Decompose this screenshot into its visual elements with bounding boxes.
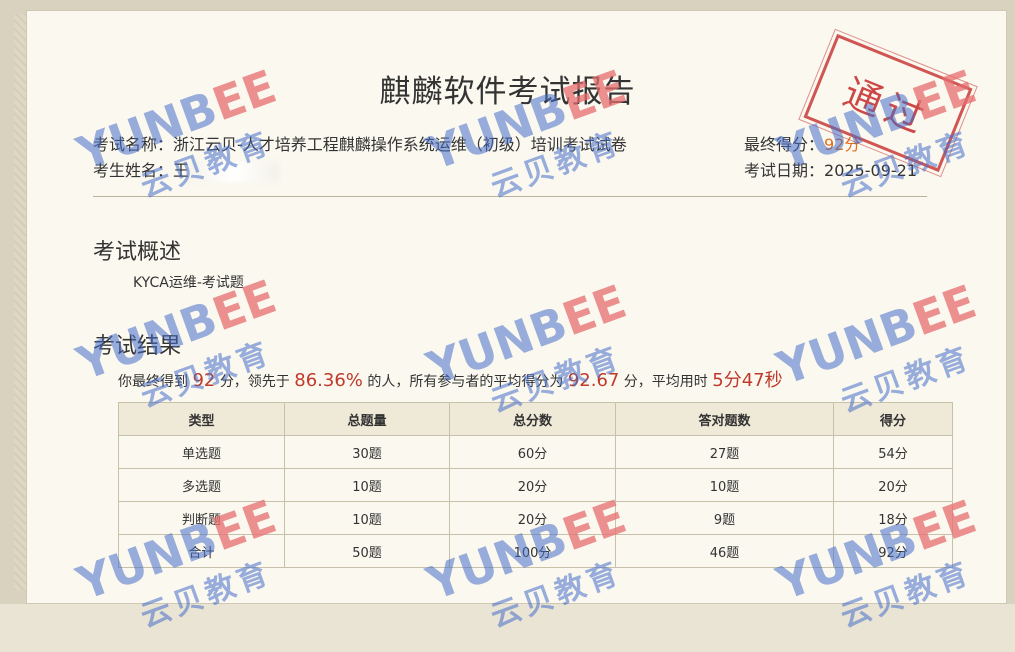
examinee-row: 考生姓名：王 xyxy=(93,157,280,182)
redacted-name-mask xyxy=(189,161,280,182)
table-cell: 判断题 xyxy=(118,501,285,535)
table-cell: 9题 xyxy=(615,501,834,535)
table-cell: 20分 xyxy=(449,501,616,535)
table-cell: 50题 xyxy=(284,534,450,568)
overview-heading: 考试概述 xyxy=(93,240,182,265)
final-score-label: 最终得分： xyxy=(744,135,825,154)
examinee-label: 考生姓名： xyxy=(93,161,174,180)
exam-name-label: 考试名称： xyxy=(93,135,174,154)
exam-date-value: 2025-09-21 xyxy=(824,161,917,180)
exam-name-row: 考试名称：浙江云贝-人才培养工程麒麟操作系统运维（初级）培训考试试卷 xyxy=(93,131,627,155)
table-cell: 60分 xyxy=(449,435,616,469)
table-header-row: 类型 总题量 总分数 答对题数 得分 xyxy=(118,402,953,436)
summary-avg-time: 5分47秒 xyxy=(712,370,783,391)
table-cell: 合计 xyxy=(118,534,285,568)
column-header: 总题量 xyxy=(284,402,450,436)
table-row: 单选题 30题 60分 27题 54分 xyxy=(118,435,953,469)
table-cell: 20分 xyxy=(833,468,953,502)
table-cell: 27题 xyxy=(615,435,834,469)
overview-description: KYCA运维-考试题 xyxy=(133,275,244,291)
table-row: 多选题 10题 20分 10题 20分 xyxy=(118,468,953,502)
summary-text: 分，领先于 xyxy=(219,374,290,390)
column-header: 得分 xyxy=(833,402,953,436)
table-cell: 30题 xyxy=(284,435,450,469)
table-cell: 54分 xyxy=(833,435,953,469)
results-table: 类型 总题量 总分数 答对题数 得分 单选题 30题 60分 27题 54分 多… xyxy=(118,402,953,568)
table-cell: 多选题 xyxy=(118,468,285,502)
table-cell: 46题 xyxy=(615,534,834,568)
exam-name-value: 浙江云贝-人才培养工程麒麟操作系统运维（初级）培训考试试卷 xyxy=(173,135,627,154)
table-row: 判断题 10题 20分 9题 18分 xyxy=(118,501,953,535)
exam-date-row: 考试日期：2025-09-21 xyxy=(744,157,917,181)
table-row-total: 合计 50题 100分 46题 92分 xyxy=(118,534,953,568)
table-cell: 单选题 xyxy=(118,435,285,469)
summary-percentile: 86.36% xyxy=(294,370,363,391)
column-header: 总分数 xyxy=(449,402,616,436)
table-cell: 100分 xyxy=(449,534,616,568)
examinee-name: 王 xyxy=(173,161,190,180)
table-cell: 20分 xyxy=(449,468,616,502)
column-header: 答对题数 xyxy=(615,402,834,436)
summary-average: 92.67 xyxy=(567,370,620,391)
table-cell: 18分 xyxy=(833,501,953,535)
table-cell: 10题 xyxy=(284,468,450,502)
table-cell: 10题 xyxy=(284,501,450,535)
summary-text: 你最终得到 xyxy=(118,374,188,390)
final-score-row: 最终得分：92分 xyxy=(744,131,860,155)
results-summary: 你最终得到 92 分，领先于 86.36% 的人，所有参与者的平均得分为 92.… xyxy=(118,366,783,392)
table-cell: 10题 xyxy=(615,468,834,502)
header-divider xyxy=(93,196,927,197)
column-header: 类型 xyxy=(118,402,285,436)
results-heading: 考试结果 xyxy=(93,334,182,359)
summary-text: 分，平均用时 xyxy=(623,374,708,390)
summary-score: 92 xyxy=(192,370,216,391)
exam-date-label: 考试日期： xyxy=(744,161,825,180)
summary-text: 的人，所有参与者的平均得分为 xyxy=(367,374,564,390)
table-cell: 92分 xyxy=(833,534,953,568)
